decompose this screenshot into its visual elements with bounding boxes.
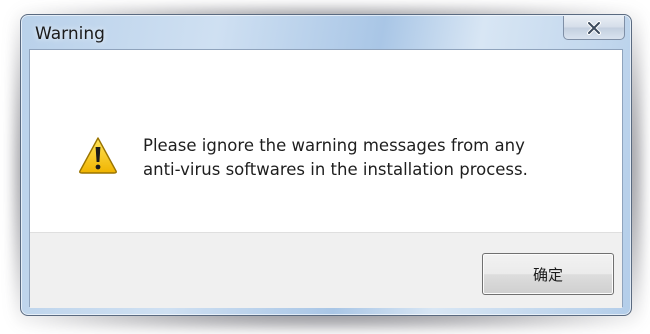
- warning-message: Please ignore the warning messages from …: [143, 134, 603, 182]
- ok-button[interactable]: 确定: [482, 253, 614, 295]
- screenshot-stage: Warning Please ignore the warning messag…: [0, 0, 650, 334]
- close-button[interactable]: [563, 16, 625, 40]
- warning-dialog: Warning Please ignore the warning messag…: [20, 14, 632, 316]
- button-footer: 确定: [30, 232, 622, 308]
- window-title: Warning: [35, 24, 105, 44]
- dialog-client-area: Please ignore the warning messages from …: [29, 49, 623, 308]
- message-line-1: Please ignore the warning messages from …: [143, 136, 525, 155]
- close-icon: [586, 20, 602, 35]
- message-area: Please ignore the warning messages from …: [30, 50, 622, 232]
- message-line-2: anti-virus softwares in the installation…: [143, 160, 528, 179]
- warning-triangle-icon: [78, 136, 118, 174]
- title-bar[interactable]: Warning: [21, 15, 631, 49]
